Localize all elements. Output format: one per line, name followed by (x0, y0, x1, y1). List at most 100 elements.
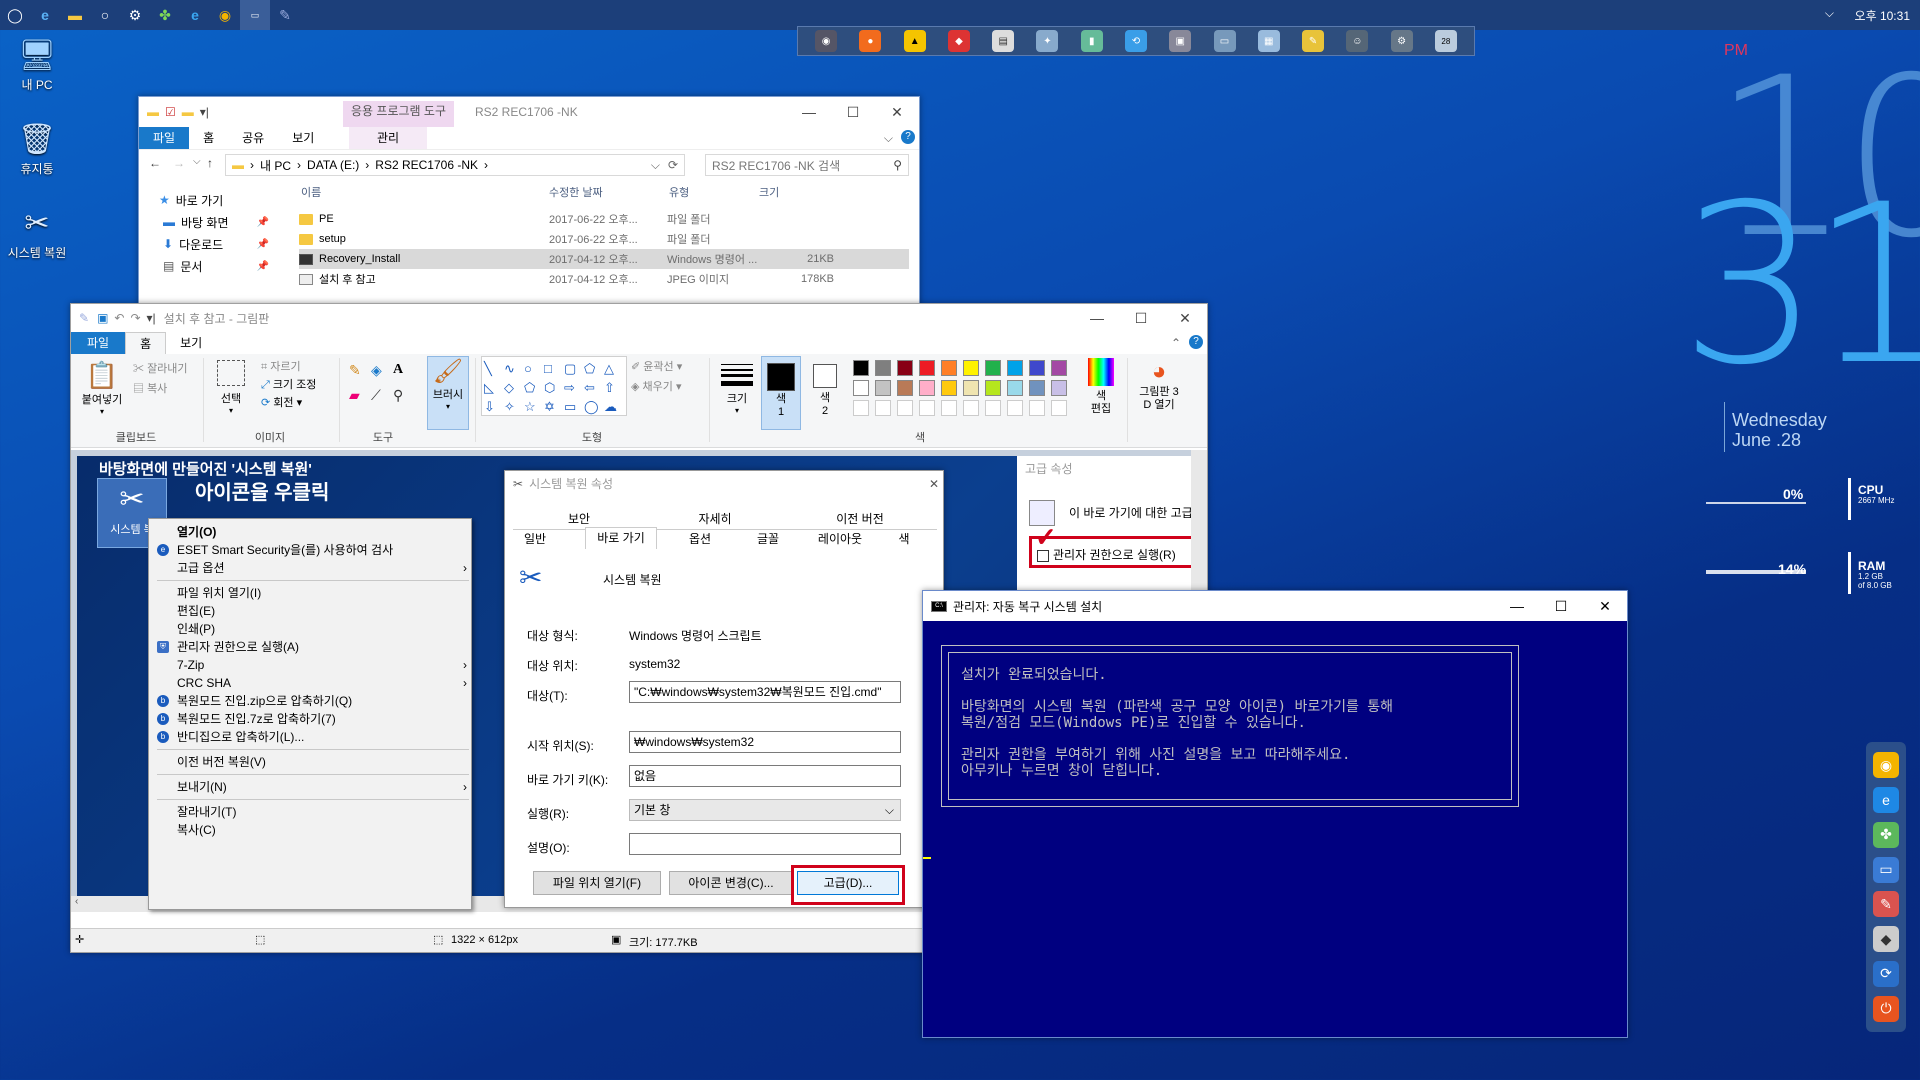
paste-button[interactable]: 📋 붙여넣기 ▾ (79, 360, 125, 416)
ie-icon[interactable]: e (180, 0, 210, 30)
context-menu-item[interactable]: b 반디집으로 압축하기(L)... (149, 728, 471, 746)
tab-home[interactable]: 홈 (189, 127, 228, 149)
hexagon-shape-icon[interactable]: ⬡ (544, 378, 564, 397)
search-icon[interactable]: ⚲ (893, 158, 902, 172)
color1-button[interactable]: 색 1 (761, 356, 801, 430)
run-as-admin-checkbox[interactable]: 관리자 권한으로 실행(R) (1037, 546, 1176, 563)
line-shape-icon[interactable]: ╲ (484, 359, 504, 378)
warning-icon[interactable]: ▲ (903, 30, 926, 52)
callout-cloud-shape-icon[interactable]: ☁ (604, 397, 624, 416)
context-menu-item[interactable]: b 복원모드 진입.7z로 압축하기(7) (149, 710, 471, 728)
triangle-shape-icon[interactable]: △ (604, 359, 624, 378)
palette-color-swatch[interactable] (1051, 360, 1067, 376)
tab-colors[interactable]: 색 (889, 529, 919, 549)
change-icon-button[interactable]: 아이콘 변경(C)... (669, 871, 793, 895)
clover-icon[interactable]: ✤ (150, 0, 180, 30)
tab-shortcut[interactable]: 바로 가기 (585, 527, 657, 549)
close-icon[interactable]: ✕ (1163, 304, 1207, 332)
pentagon-shape-icon[interactable]: ⬠ (524, 378, 544, 397)
tab-font[interactable]: 글꼴 (743, 529, 793, 549)
tab-home[interactable]: 홈 (125, 332, 167, 354)
tab-view[interactable]: 보기 (278, 127, 328, 149)
chrome-icon[interactable]: ◉ (210, 0, 240, 30)
tab-security[interactable]: 보안 (565, 509, 593, 529)
open-file-location-button[interactable]: 파일 위치 열기(F) (533, 871, 661, 895)
close-icon[interactable]: ✕ (875, 97, 919, 127)
minimize-icon[interactable]: — (1075, 304, 1119, 332)
fill-icon[interactable]: ◈ (371, 362, 393, 379)
palette-color-swatch[interactable] (853, 360, 869, 376)
office-icon[interactable]: ◆ (947, 30, 970, 52)
pencil-icon[interactable]: ✎ (1302, 30, 1325, 52)
context-menu-item[interactable]: 잘라내기(T) (149, 803, 471, 821)
cmd-icon[interactable]: ▭ (240, 0, 270, 30)
back-icon[interactable]: ← (149, 156, 161, 170)
custom-color-swatch[interactable] (875, 400, 891, 416)
qat-dropdown-icon[interactable]: ▾| (200, 105, 209, 119)
context-menu-item[interactable]: CRC SHA › (149, 674, 471, 692)
comment-field[interactable] (629, 833, 901, 855)
size-button[interactable]: 크기 ▾ (717, 360, 757, 415)
arrow-down-shape-icon[interactable]: ⇩ (484, 397, 504, 416)
palette-color-swatch[interactable] (1007, 360, 1023, 376)
media-icon[interactable]: ● (859, 30, 882, 52)
custom-color-swatch[interactable] (1029, 400, 1045, 416)
context-menu-item[interactable]: 7-Zip › (149, 656, 471, 674)
resize-button[interactable]: ⤢ 크기 조정 (261, 376, 316, 392)
context-menu-item[interactable]: 편집(E) (149, 602, 471, 620)
new-folder-icon[interactable]: ▬ (182, 105, 194, 119)
up-icon[interactable]: ↑ (207, 156, 213, 170)
rect-shape-icon[interactable]: □ (544, 359, 564, 378)
edit-colors-button[interactable]: 색 편집 (1083, 358, 1119, 416)
context-menu-item[interactable]: e ESET Smart Security을(를) 사용하여 검사 (149, 541, 471, 559)
context-menu-item[interactable]: b 복원모드 진입.zip으로 압축하기(Q) (149, 692, 471, 710)
paint-icon[interactable]: ✎ (270, 0, 300, 30)
custom-color-swatch[interactable] (941, 400, 957, 416)
tool-icon[interactable]: ✎ (1873, 891, 1899, 918)
palette-color-swatch[interactable] (919, 380, 935, 396)
edge-icon[interactable]: e (30, 0, 60, 30)
rotate-button[interactable]: ⟳ 회전 ▾ (261, 394, 302, 410)
sync-icon[interactable]: ⟳ (1873, 960, 1899, 987)
properties-icon[interactable]: ☑ (165, 105, 176, 119)
custom-color-swatch[interactable] (919, 400, 935, 416)
context-menu-item[interactable]: 고급 옵션 › (149, 559, 471, 577)
palette-color-swatch[interactable] (985, 360, 1001, 376)
help-icon[interactable]: ? (901, 130, 915, 144)
qat-dropdown-icon[interactable]: ▾| (147, 311, 156, 325)
palette-color-swatch[interactable] (875, 360, 891, 376)
star6-shape-icon[interactable]: ✡ (544, 397, 564, 416)
context-menu-item[interactable]: 보내기(N) › (149, 778, 471, 796)
context-menu-item[interactable]: 열기(O) (149, 523, 471, 541)
clover-icon[interactable]: ✤ (1873, 821, 1899, 848)
shutdown-icon[interactable]: ⏻ (1873, 995, 1899, 1022)
chrome-icon[interactable]: ◉ (1873, 752, 1899, 779)
disk-icon[interactable]: ◉ (815, 30, 838, 52)
crop-button[interactable]: ⌗ 자르기 (261, 358, 301, 374)
calendar-icon[interactable]: 28 (1434, 30, 1457, 52)
custom-color-swatch[interactable] (1051, 400, 1067, 416)
column-type[interactable]: 유형 (669, 184, 759, 200)
target-field[interactable]: "C:₩windows₩system32₩복원모드 진입.cmd" (629, 681, 901, 703)
context-menu-item[interactable]: ⛨ 관리자 권한으로 실행(A) (149, 638, 471, 656)
cut-button[interactable]: ✂ 잘라내기 (133, 360, 188, 376)
eraser-icon[interactable]: ◆ (1873, 926, 1899, 953)
context-menu-item[interactable]: 복사(C) (149, 821, 471, 839)
context-menu-item[interactable]: 인쇄(P) (149, 620, 471, 638)
file-row[interactable]: PE 2017-06-22 오후... 파일 폴더 (299, 209, 909, 229)
oval-shape-icon[interactable]: ○ (524, 359, 544, 378)
paint3d-button[interactable]: ◕ 그림판 3 D 열기 (1131, 358, 1187, 412)
maximize-icon[interactable]: ☐ (1119, 304, 1163, 332)
close-icon[interactable]: ✕ (929, 471, 939, 497)
palette-color-swatch[interactable] (1051, 380, 1067, 396)
tab-details[interactable]: 자세히 (695, 509, 735, 529)
custom-color-swatch[interactable] (963, 400, 979, 416)
brush-button[interactable]: 🖌 브러시 ▾ (427, 356, 469, 430)
user-icon[interactable]: ☺ (1346, 30, 1369, 52)
shortcut-key-field[interactable]: 없음 (629, 765, 901, 787)
remote-desktop-icon[interactable]: ▭ (1873, 856, 1899, 883)
copy-button[interactable]: ▤ 복사 (133, 380, 167, 396)
gallery-icon[interactable]: ▦ (1257, 30, 1280, 52)
run-select[interactable]: 기본 창 ⌵ (629, 799, 901, 821)
scroll-left-icon[interactable]: ‹ (75, 896, 78, 907)
